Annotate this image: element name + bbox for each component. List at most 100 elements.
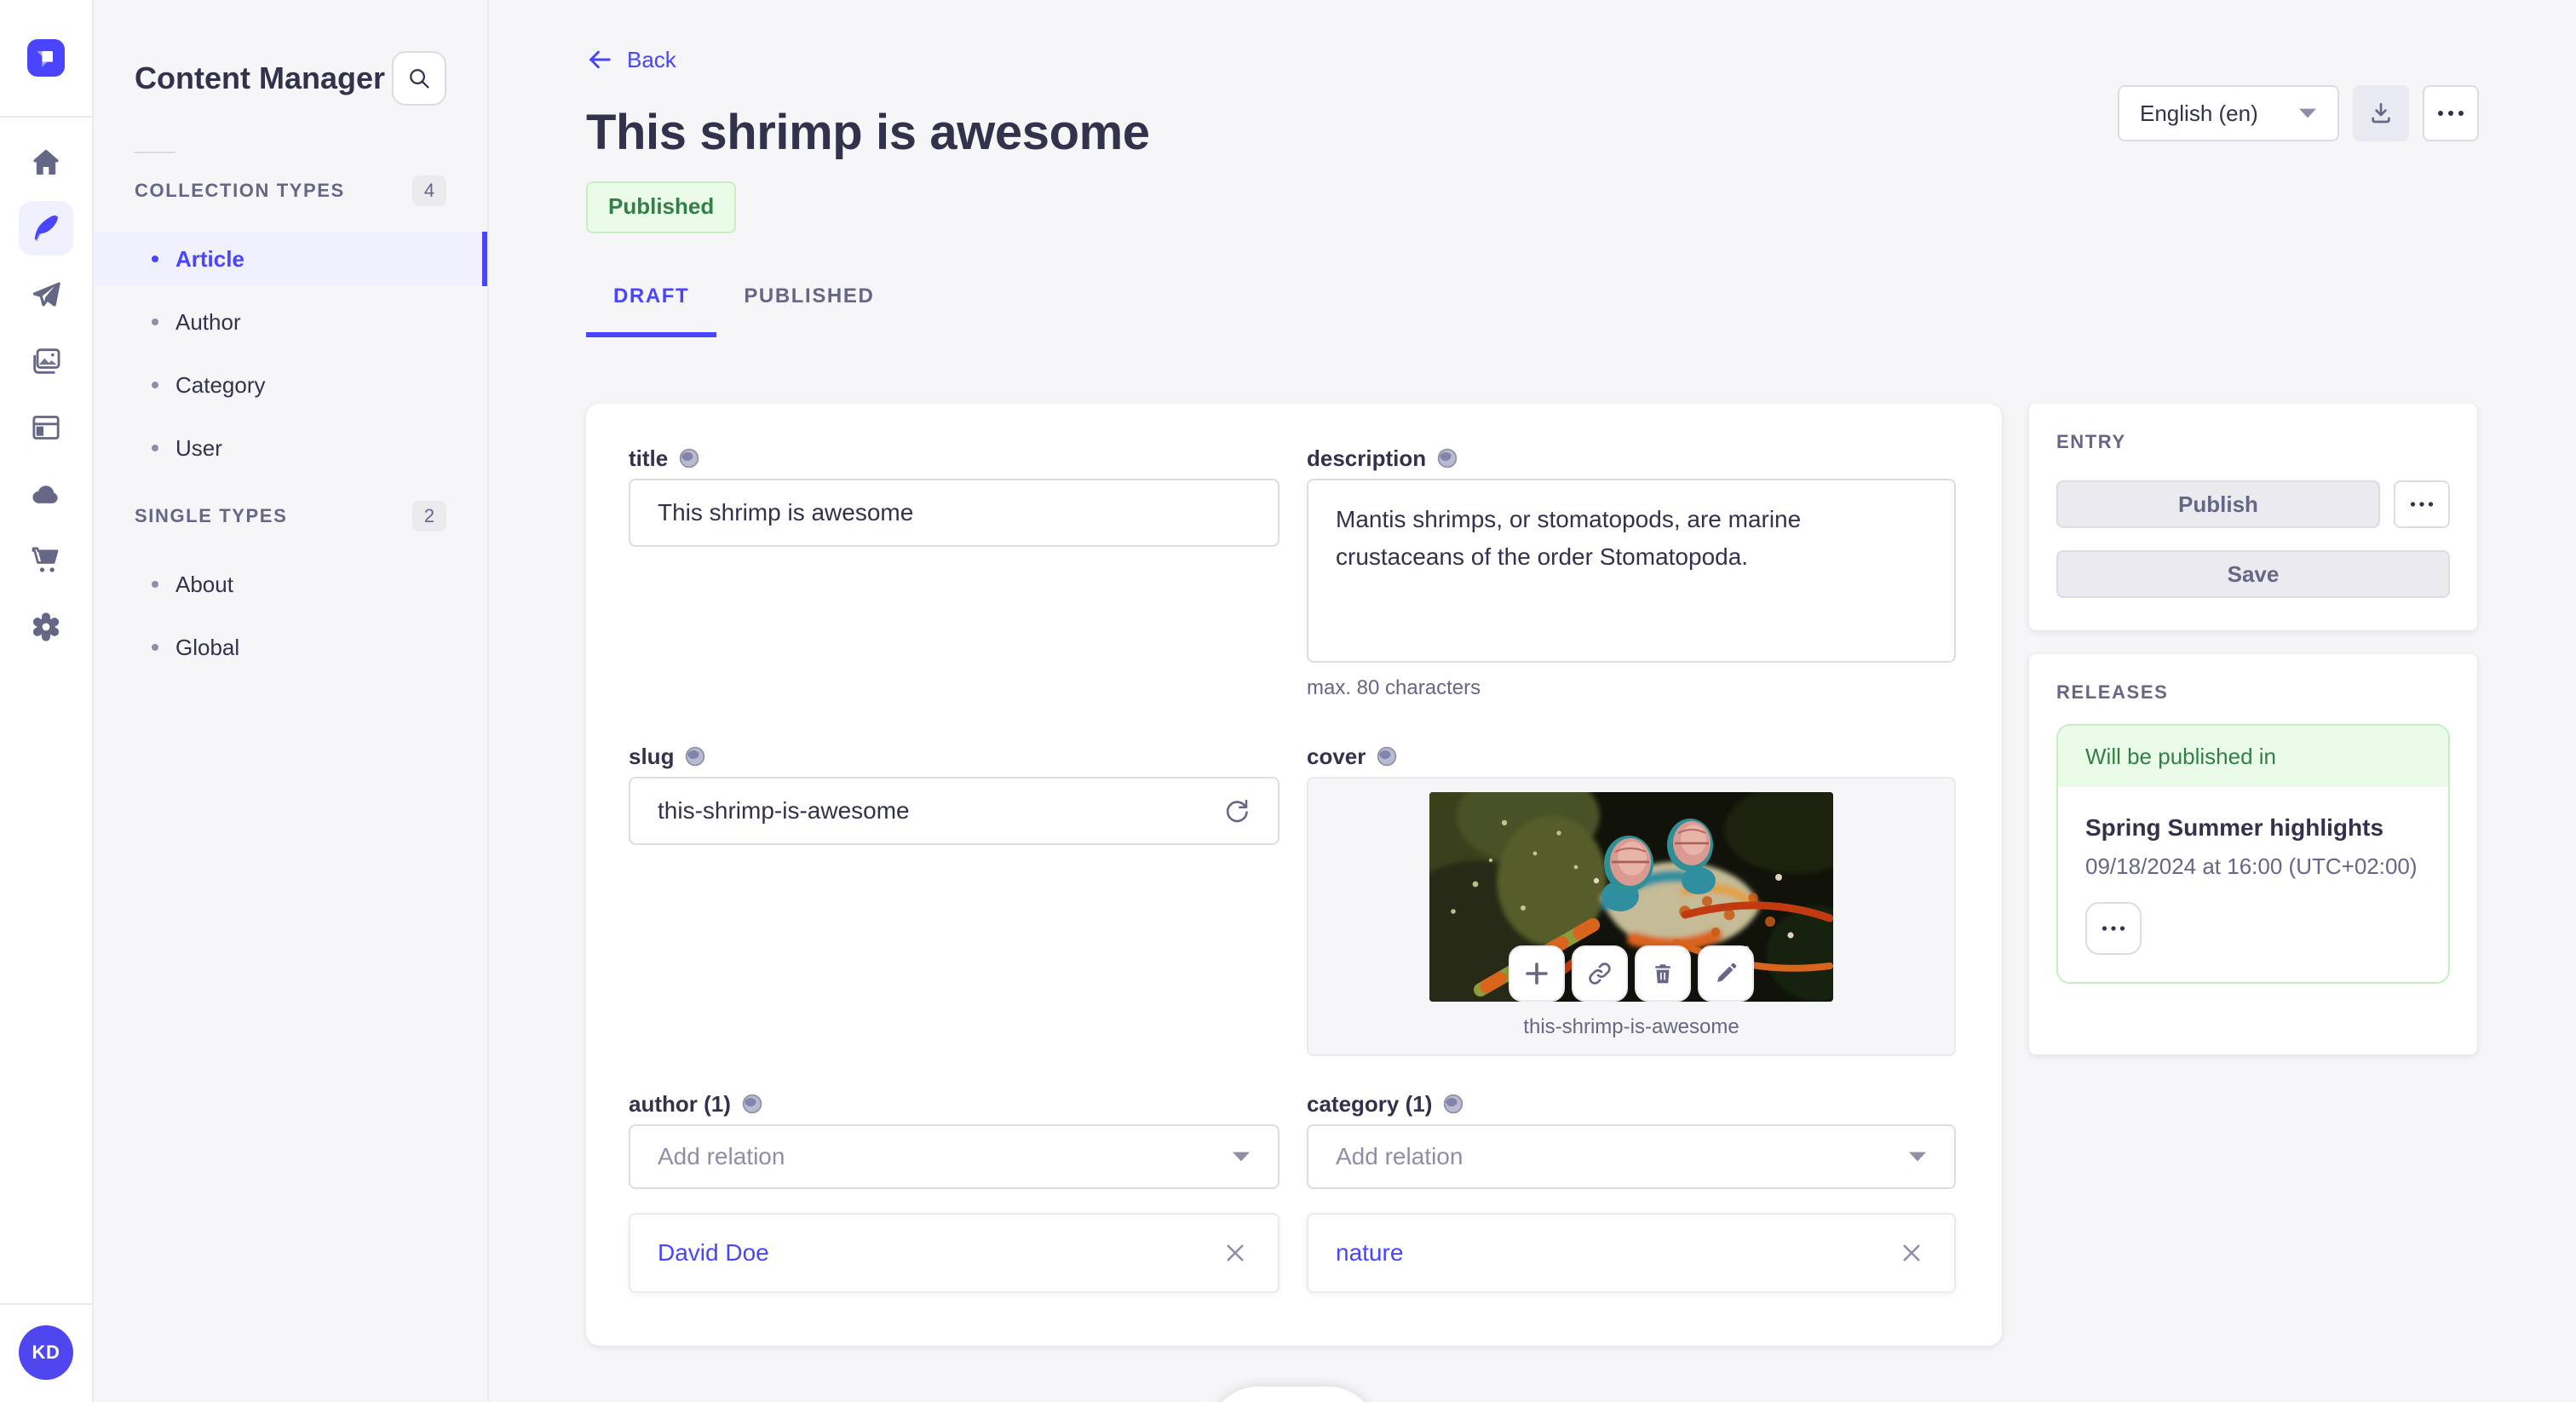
locale-value: English (en) (2140, 100, 2258, 126)
sidebar-search-button[interactable] (392, 51, 446, 106)
single-types-list: About Global (94, 557, 487, 675)
chevron-down-icon (1233, 1152, 1250, 1162)
remove-relation-button[interactable] (1893, 1234, 1930, 1272)
author-placeholder: Add relation (658, 1143, 785, 1169)
app-window: KD Content Manager COLLECTION TYPES 4 Ar… (0, 0, 2576, 1402)
rail-brand (0, 0, 92, 118)
globe-icon (1436, 447, 1458, 469)
form-row-3: author (1) Add relation David Doe catego… (629, 1092, 1958, 1293)
description-helper: max. 80 characters (1307, 676, 1481, 699)
sidebar-item-global[interactable]: Global (94, 620, 487, 675)
sidebar-item-about[interactable]: About (94, 557, 487, 612)
description-textarea[interactable]: Mantis shrimps, or stomatopods, are mari… (1307, 479, 1956, 663)
cover-field: cover this-shrimp-is-awesome (1307, 744, 1956, 1056)
category-label: category (1) (1307, 1091, 1433, 1117)
slug-value: this-shrimp-is-awesome (658, 797, 910, 824)
cover-card: this-shrimp-is-awesome (1307, 777, 1956, 1056)
single-types-label: SINGLE TYPES (135, 505, 288, 526)
sidebar-item-article[interactable]: Article (94, 232, 487, 286)
nav-deploy-button[interactable] (19, 267, 73, 322)
more-options-button[interactable] (2423, 85, 2479, 141)
nav-home-button[interactable] (19, 135, 73, 189)
title-label: title (629, 445, 669, 471)
sidebar-item-user[interactable]: User (94, 421, 487, 475)
tab-published[interactable]: PUBLISHED (716, 284, 901, 337)
bullet-icon (152, 319, 158, 325)
globe-icon (1376, 745, 1398, 767)
media-library-icon (33, 348, 60, 374)
title-field: title This shrimp is awesome (629, 446, 1279, 700)
remove-relation-button[interactable] (1216, 1234, 1254, 1272)
strapi-logo[interactable] (27, 39, 65, 77)
refresh-icon[interactable] (1223, 797, 1251, 825)
release-name[interactable]: Spring Summer highlights (2085, 814, 2421, 842)
category-relation-list: nature (1307, 1213, 1956, 1293)
globe-icon (684, 745, 706, 767)
rail-nav (19, 135, 73, 654)
rail-footer: KD (0, 1303, 92, 1402)
relation-link-david-doe[interactable]: David Doe (658, 1239, 769, 1267)
author-relation-list: David Doe (629, 1213, 1279, 1293)
collection-types-count: 4 (412, 175, 446, 206)
collection-types-section: COLLECTION TYPES 4 Article Author Catego… (94, 170, 487, 475)
releases-panel-title: RELEASES (2056, 681, 2169, 703)
tab-draft[interactable]: DRAFT (586, 284, 717, 337)
close-icon (1227, 1244, 1244, 1261)
main-content: Back English (en) This shrimp is awesome… (489, 0, 2576, 1402)
cover-label-row: cover (1307, 744, 1956, 768)
back-label: Back (627, 46, 676, 72)
close-icon (1903, 1244, 1920, 1261)
ellipsis-icon (2438, 111, 2464, 116)
description-field: description Mantis shrimps, or stomatopo… (1307, 446, 1956, 700)
cover-image[interactable] (1429, 792, 1833, 1002)
layout-icon (32, 416, 60, 440)
next-section-peek[interactable] (1210, 1387, 1377, 1402)
relation-link-nature[interactable]: nature (1336, 1239, 1403, 1267)
title-input[interactable]: This shrimp is awesome (629, 479, 1279, 547)
header-actions: English (en) (2118, 85, 2479, 141)
entry-more-button[interactable] (2394, 480, 2450, 528)
feather-icon (34, 215, 58, 241)
cover-add-button[interactable] (1509, 945, 1565, 1002)
category-relation-combobox[interactable]: Add relation (1307, 1124, 1956, 1189)
slug-label: slug (629, 744, 675, 769)
release-more-button[interactable] (2085, 902, 2142, 955)
entry-panel: ENTRY Publish Save (2029, 404, 2477, 630)
author-relation-combobox[interactable]: Add relation (629, 1124, 1279, 1189)
nav-content-type-builder-button[interactable] (19, 400, 73, 455)
chevron-down-icon (1909, 1152, 1926, 1162)
cover-edit-button[interactable] (1698, 945, 1754, 1002)
cover-delete-button[interactable] (1635, 945, 1691, 1002)
slug-label-row: slug (629, 744, 1279, 768)
strapi-logo-icon (37, 51, 53, 67)
entry-panel-title: ENTRY (2056, 431, 2126, 452)
single-types-count: 2 (412, 501, 446, 531)
sidebar-item-category[interactable]: Category (94, 358, 487, 412)
sidebar-item-author[interactable]: Author (94, 295, 487, 349)
release-body: Spring Summer highlights 09/18/2024 at 1… (2058, 787, 2448, 982)
nav-marketplace-button[interactable] (19, 533, 73, 588)
release-card: Will be published in Spring Summer highl… (2056, 724, 2450, 984)
nav-settings-button[interactable] (19, 600, 73, 654)
nav-cloud-button[interactable] (19, 467, 73, 521)
cloud-icon (32, 486, 58, 503)
title-label-row: title (629, 446, 1279, 470)
export-button[interactable] (2353, 85, 2409, 141)
pencil-icon (1717, 962, 1737, 982)
nav-media-library-button[interactable] (19, 334, 73, 388)
bullet-icon (152, 445, 158, 451)
release-status: Will be published in (2058, 726, 2448, 787)
cover-copy-link-button[interactable] (1572, 945, 1628, 1002)
home-icon (33, 149, 59, 175)
locale-dropdown[interactable]: English (en) (2118, 85, 2339, 141)
nav-content-manager-button[interactable] (19, 201, 73, 256)
save-button[interactable]: Save (2056, 550, 2450, 598)
nav-rail: KD (0, 0, 94, 1402)
user-avatar[interactable]: KD (19, 1325, 73, 1380)
collection-types-header: COLLECTION TYPES 4 (94, 170, 487, 211)
publish-button[interactable]: Publish (2056, 480, 2380, 528)
slug-input[interactable]: this-shrimp-is-awesome (629, 777, 1279, 845)
author-label-row: author (1) (629, 1092, 1279, 1116)
back-link[interactable]: Back (586, 46, 676, 73)
collection-types-list: Article Author Category User (94, 232, 487, 475)
